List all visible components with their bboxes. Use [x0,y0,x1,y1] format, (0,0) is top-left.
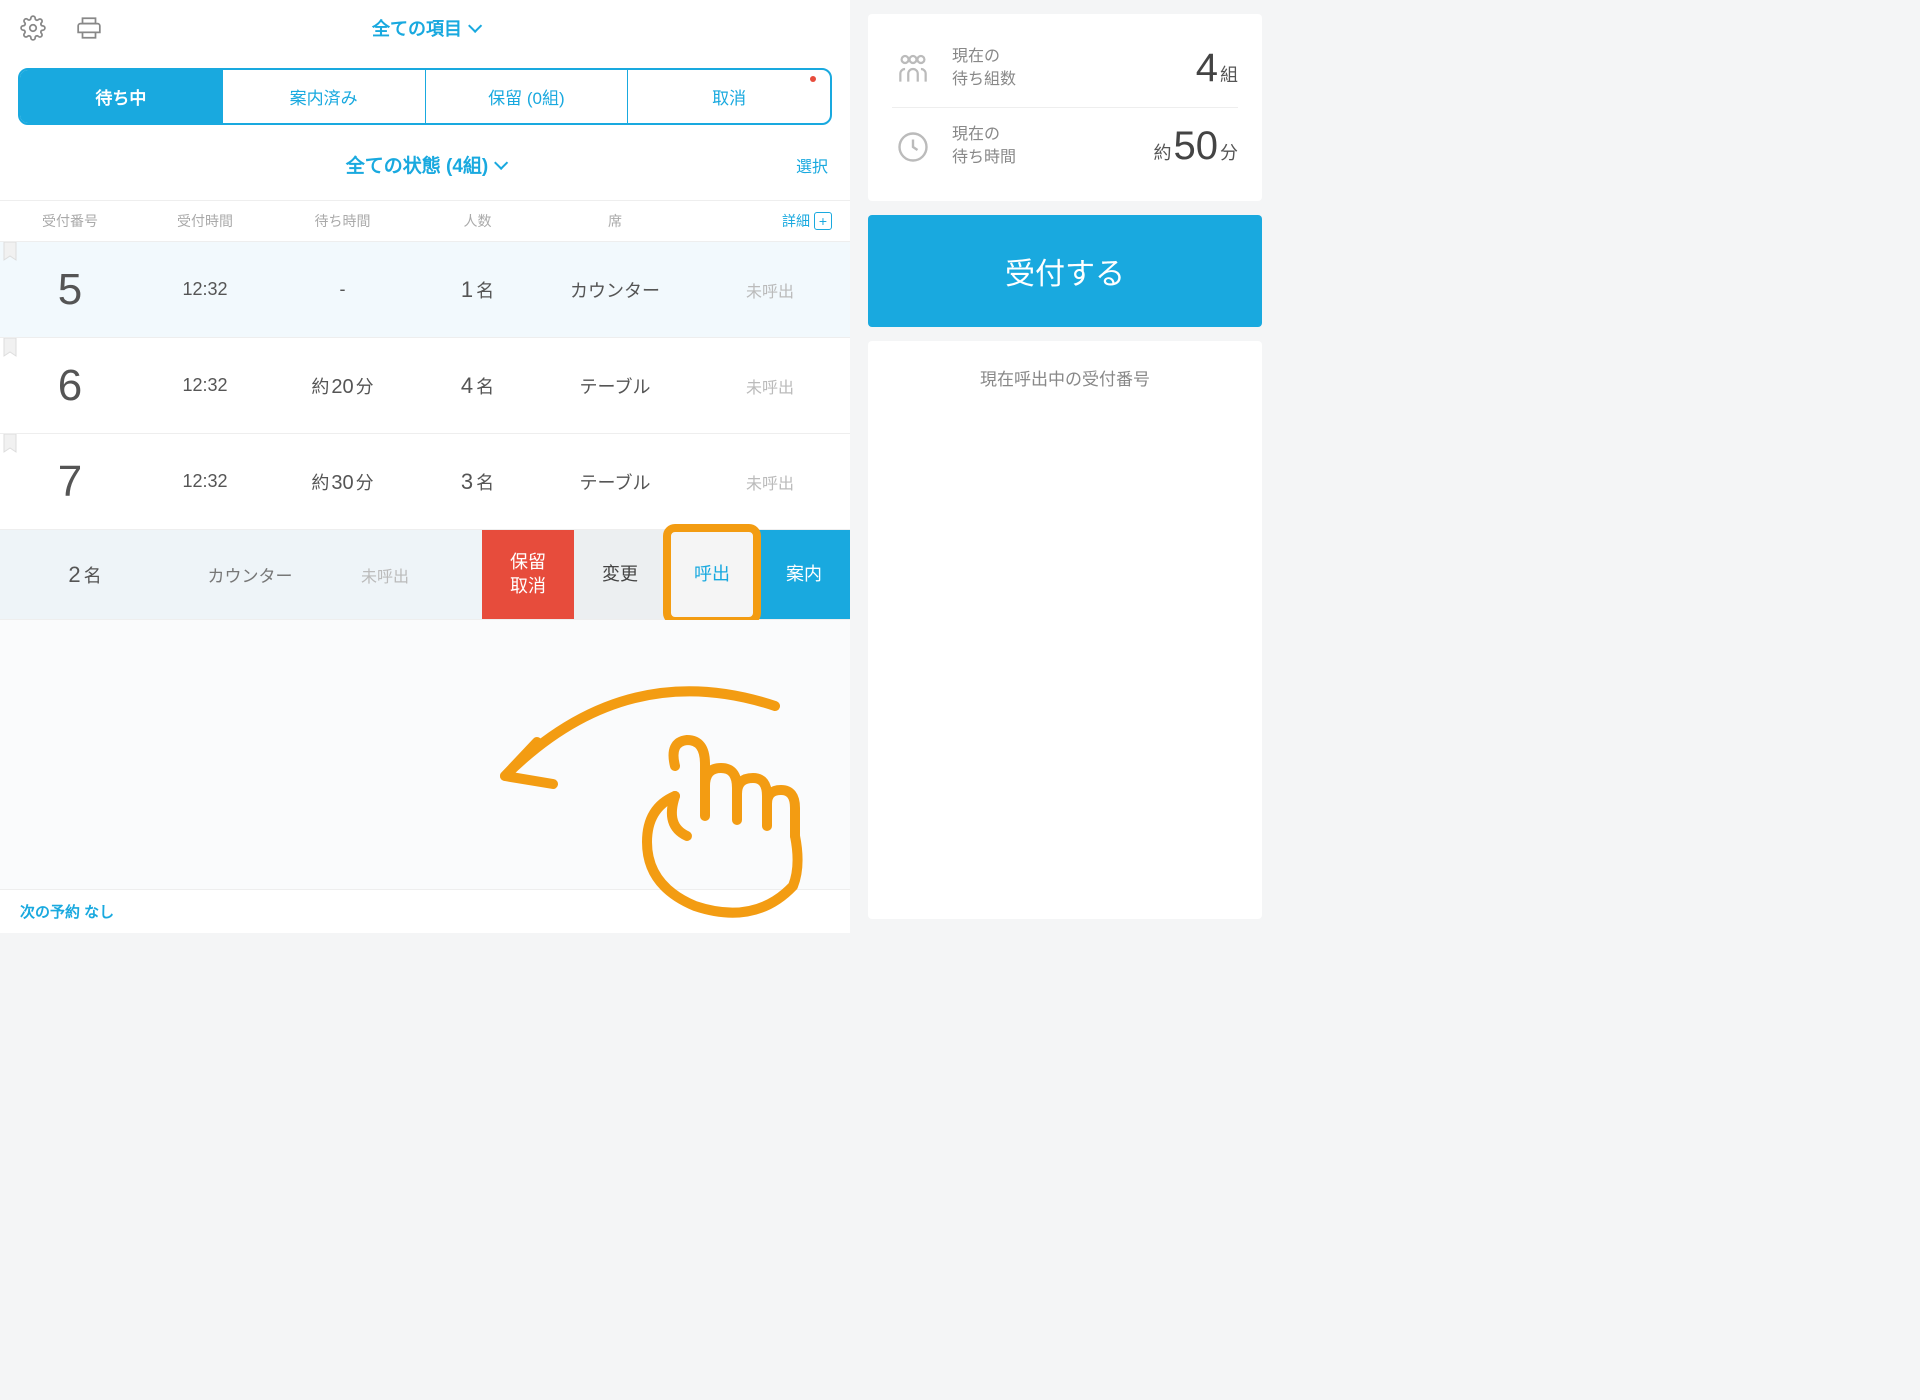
stats-card: 現在の 待ち組数 4組 現在の 待ち時間 約50分 [868,14,1262,201]
row-num: 7 [0,457,140,507]
queue-row[interactable]: 6 12:32 約20分 4名 テーブル 未呼出 [0,338,850,434]
call-button[interactable]: 呼出 [666,530,758,619]
wait-count-stat: 現在の 待ち組数 4組 [892,34,1238,103]
header-time: 受付時間 [140,211,270,231]
row-wait: 約20分 [270,373,415,399]
stat-value: 約50分 [1154,124,1239,169]
header-num: 受付番号 [0,211,140,231]
tab-label: 案内済み [290,89,358,108]
row-num: 5 [0,265,140,315]
column-headers: 受付番号 受付時間 待ち時間 人数 席 詳細 + [0,201,850,242]
queue-row[interactable]: 5 12:32 - 1名 カウンター 未呼出 [0,242,850,338]
stat-label: 現在の 待ち組数 [952,46,1016,91]
stat-value: 4組 [1196,46,1238,91]
tab-hold[interactable]: 保留 (0組) [426,70,629,123]
tabs: 待ち中 案内済み 保留 (0組) 取消 [0,56,850,125]
printer-icon[interactable] [74,13,104,43]
plus-icon: + [814,212,832,230]
notification-dot-icon [810,76,816,82]
tab-waiting[interactable]: 待ち中 [20,70,223,123]
bookmark-icon [2,434,18,461]
detail-button[interactable]: 詳細 + [782,211,832,231]
settings-icon[interactable] [18,13,48,43]
action-row: 2名 カウンター 未呼出 保留 取消 変更 呼出 案内 [0,530,850,620]
row-num: 6 [0,361,140,411]
change-button[interactable]: 変更 [574,530,666,619]
guide-button[interactable]: 案内 [758,530,850,619]
calling-card: 現在呼出中の受付番号 [868,341,1262,919]
next-reservation[interactable]: 次の予約 なし [20,901,114,922]
row-seat: カウンター [540,277,690,303]
row-status: 未呼出 [690,470,850,494]
header-wait: 待ち時間 [270,211,415,231]
calling-title: 現在呼出中の受付番号 [892,365,1238,390]
row-people: 1名 [415,277,540,303]
row-wait: - [270,279,415,300]
people-icon [892,48,934,90]
filter-row: 全ての状態 (4組) 選択 [0,129,850,201]
queue-rows: 5 12:32 - 1名 カウンター 未呼出 6 12:32 約20分 4名 テ… [0,242,850,620]
clock-icon [892,126,934,168]
bookmark-icon [2,242,18,269]
footer: 次の予約 なし [0,889,850,933]
tab-cancel[interactable]: 取消 [628,70,830,123]
row-time: 12:32 [140,375,270,396]
sidebar: 現在の 待ち組数 4組 現在の 待ち時間 約50分 [850,0,1280,933]
bookmark-icon [2,338,18,365]
hold-cancel-button[interactable]: 保留 取消 [482,530,574,619]
row-time: 12:32 [140,279,270,300]
chevron-down-icon [468,19,482,33]
tab-label: 待ち中 [95,89,146,108]
row-status: 未呼出 [690,278,850,302]
detail-label: 詳細 [782,211,810,231]
row-time: 12:32 [140,471,270,492]
tab-label: 保留 (0組) [488,89,565,108]
action-status: 未呼出 [330,563,440,587]
row-seat: テーブル [540,469,690,495]
empty-area [0,620,850,889]
header-status: 詳細 + [690,211,850,231]
row-people: 4名 [415,373,540,399]
header-seat: 席 [540,211,690,231]
reception-button[interactable]: 受付する [868,215,1262,327]
header-dropdown-label: 全ての項目 [372,15,462,41]
chevron-down-icon [494,155,508,169]
action-seat: カウンター [170,562,330,587]
filter-label: 全ての状態 (4組) [346,151,489,178]
row-wait: 約30分 [270,469,415,495]
header-people: 人数 [415,211,540,231]
action-people: 2名 [0,562,170,588]
call-button-label: 呼出 [694,563,730,586]
queue-row[interactable]: 7 12:32 約30分 3名 テーブル 未呼出 [0,434,850,530]
tab-guided[interactable]: 案内済み [223,70,426,123]
row-people: 3名 [415,469,540,495]
topbar: 全ての項目 [0,0,850,56]
stat-label: 現在の 待ち時間 [952,124,1016,169]
wait-time-stat: 現在の 待ち時間 約50分 [892,112,1238,181]
row-seat: テーブル [540,373,690,399]
row-status: 未呼出 [690,374,850,398]
tab-label: 取消 [712,89,746,108]
select-button[interactable]: 選択 [796,153,828,177]
status-filter[interactable]: 全ての状態 (4組) [346,151,505,178]
header-dropdown[interactable]: 全ての項目 [372,15,478,41]
